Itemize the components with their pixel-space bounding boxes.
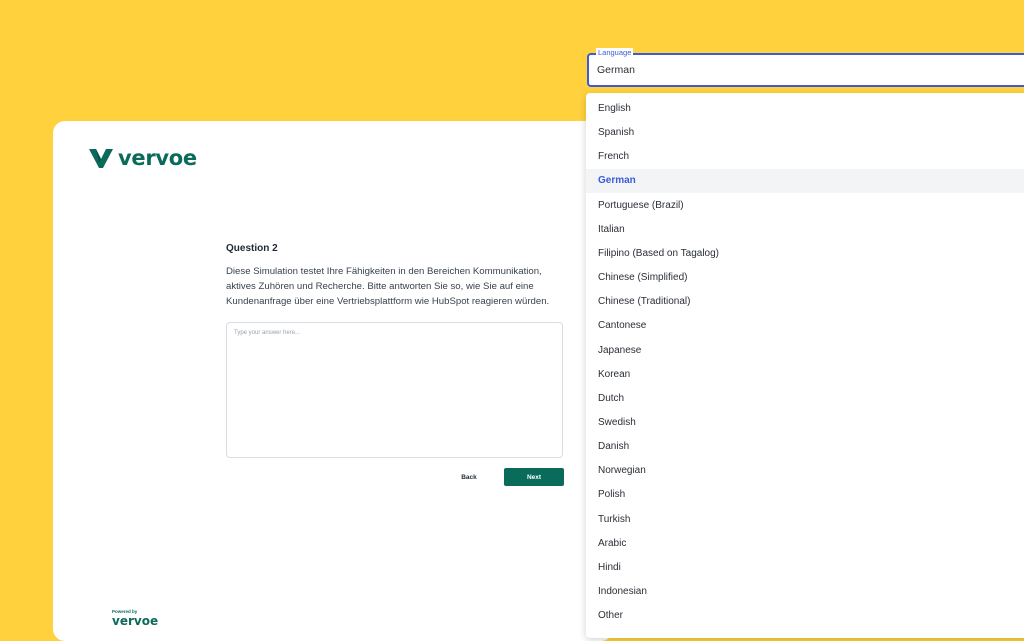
question-text: Diese Simulation testet Ihre Fähigkeiten… — [226, 266, 550, 307]
language-option-spanish[interactable]: Spanish — [586, 121, 1024, 145]
language-option-dutch[interactable]: Dutch — [586, 387, 1024, 411]
language-option-swedish[interactable]: Swedish — [586, 411, 1024, 435]
language-option-cantonese[interactable]: Cantonese — [586, 314, 1024, 338]
language-dropdown-menu: English Spanish French German Portuguese (Br… — [586, 93, 1024, 638]
answer-textarea[interactable] — [227, 323, 562, 457]
language-option-german[interactable]: German — [586, 169, 1024, 194]
language-option-filipino-based-on-tagalog[interactable]: Filipino (Based on Tagalog) — [586, 242, 1024, 266]
language-option-italian[interactable]: Italian — [586, 218, 1024, 242]
powered-by-badge: Powered by vervoe — [112, 609, 158, 628]
answer-box — [226, 322, 563, 458]
powered-by-wordmark: vervoe — [112, 614, 159, 628]
next-button[interactable]: Next — [504, 468, 564, 486]
language-option-portuguese-brazil[interactable]: Portuguese (Brazil) — [586, 194, 1024, 218]
language-option-chinese-traditional[interactable]: Chinese (Traditional) — [586, 290, 1024, 314]
language-option-turkish[interactable]: Turkish — [586, 508, 1024, 532]
language-option-norwegian[interactable]: Norwegian — [586, 459, 1024, 483]
language-label: Language — [596, 48, 634, 58]
language-option-polish[interactable]: Polish — [586, 483, 1024, 507]
language-selected-value: German — [597, 64, 635, 76]
logo-wordmark: vervoe — [118, 146, 197, 170]
vervoe-v-icon — [89, 148, 113, 168]
language-option-arabic[interactable]: Arabic — [586, 532, 1024, 556]
language-option-chinese-simplified[interactable]: Chinese (Simplified) — [586, 266, 1024, 290]
question-title: Question 2 — [226, 243, 278, 254]
assessment-card: vervoe Question 2 Diese Simulation teste… — [53, 121, 613, 641]
language-option-english[interactable]: English — [586, 97, 1024, 121]
language-option-korean[interactable]: Korean — [586, 363, 1024, 387]
language-option-other[interactable]: Other — [586, 604, 1024, 628]
language-option-danish[interactable]: Danish — [586, 435, 1024, 459]
language-option-hindi[interactable]: Hindi — [586, 556, 1024, 580]
language-option-indonesian[interactable]: Indonesian — [586, 580, 1024, 604]
language-select[interactable]: German — [587, 53, 1024, 87]
language-option-french[interactable]: French — [586, 145, 1024, 169]
language-option-japanese[interactable]: Japanese — [586, 339, 1024, 363]
back-button[interactable]: Back — [451, 469, 487, 485]
vervoe-logo: vervoe — [89, 146, 197, 170]
